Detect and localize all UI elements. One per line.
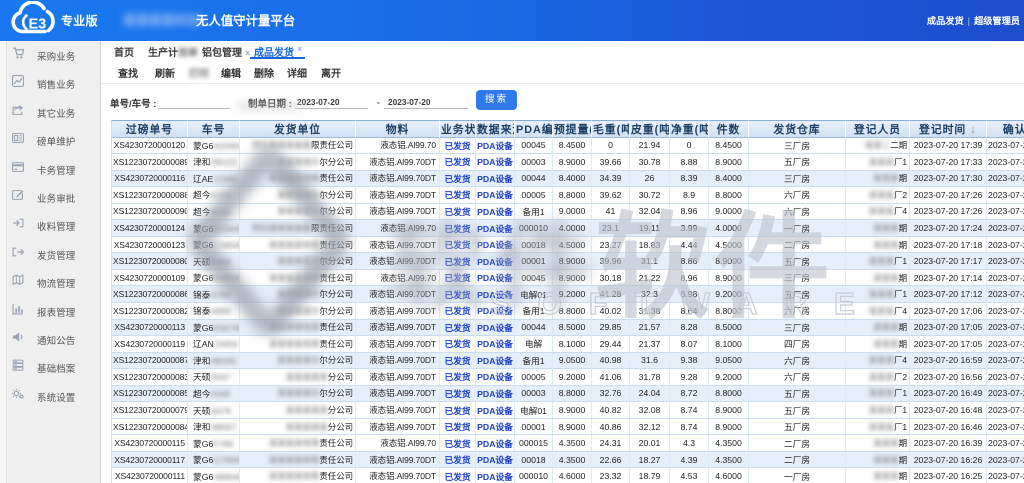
svg-text:E3: E3 — [29, 17, 47, 33]
